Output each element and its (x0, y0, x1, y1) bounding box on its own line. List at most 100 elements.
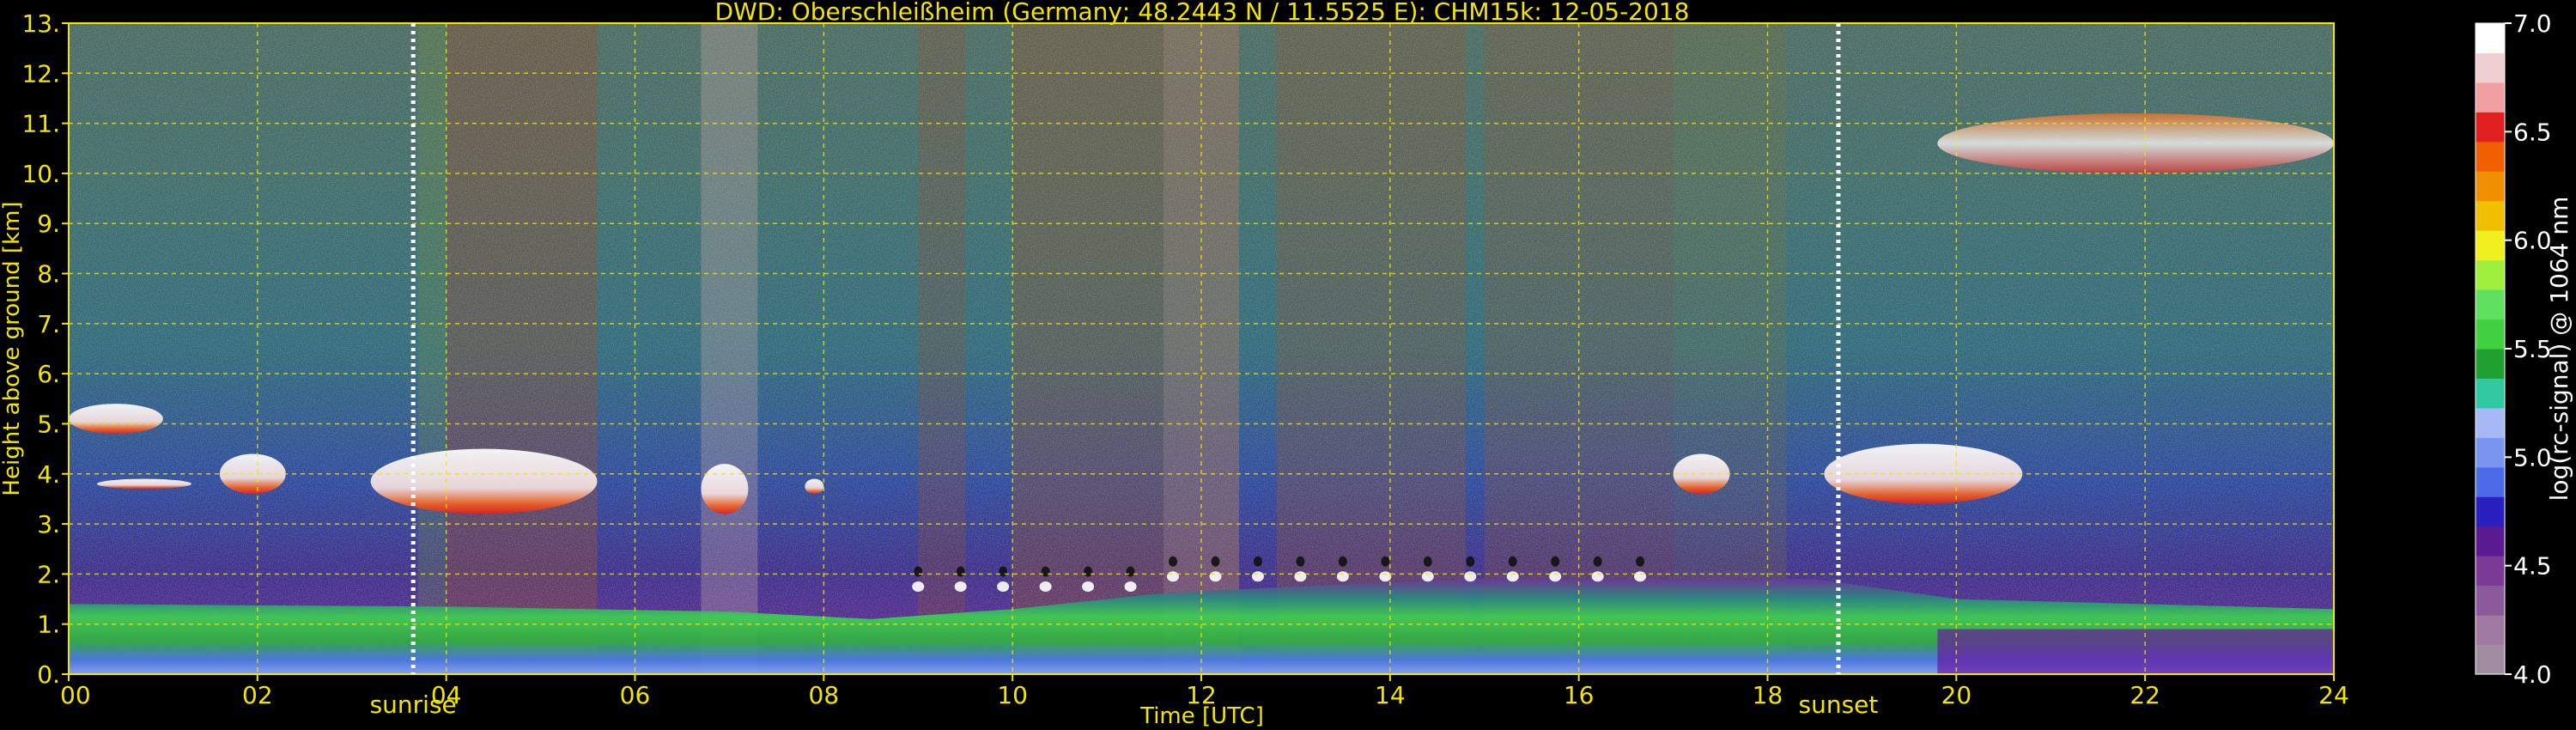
cumulus-top (1591, 571, 1604, 582)
colorbar-segment (2476, 200, 2505, 231)
y-axis-label: Height above ground [km] (0, 201, 25, 496)
cumulus-top (912, 581, 925, 592)
cumulus-top (914, 566, 923, 577)
x-tick-label: 10 (997, 681, 1028, 709)
y-tick-label: 11. (21, 110, 60, 138)
cumulus-top (1464, 571, 1477, 582)
y-tick-label: 6. (37, 360, 60, 388)
colorbar-tick-label: 6.5 (2513, 118, 2552, 146)
y-tick-label: 9. (37, 210, 60, 238)
cumulus-top (1124, 581, 1137, 592)
cumulus-top (1294, 571, 1307, 582)
x-axis-label: Time [UTC] (1139, 703, 1264, 729)
cumulus-top (1041, 566, 1050, 577)
x-tick-label: 08 (809, 681, 840, 709)
cumulus-top (1082, 581, 1095, 592)
colorbar-segment (2476, 259, 2505, 290)
ceilometer-figure: sunrise sunset 00 02 04 06 08 10 12 14 16 18 20 22 24… (0, 0, 2573, 729)
colorbar-segment (2476, 556, 2505, 587)
cumulus-top (1466, 556, 1475, 567)
x-tick-label: 04 (431, 681, 462, 709)
cumulus-top (1423, 556, 1432, 567)
cumulus-top (1084, 566, 1093, 577)
colorbar-tick-label: 4.5 (2513, 552, 2552, 581)
colorbar-segment (2476, 585, 2505, 616)
colorbar-segment (2476, 526, 2505, 557)
cumulus-top (1634, 571, 1647, 582)
colorbar-segment (2476, 141, 2505, 172)
colorbar-segment (2476, 644, 2505, 675)
cloud (701, 464, 749, 514)
colorbar-segment (2476, 319, 2505, 350)
colorbar-label: log(rc-signal) @ 1064 nm (2545, 197, 2573, 502)
x-tick-label: 20 (1941, 681, 1972, 709)
cumulus-top (997, 581, 1010, 592)
colorbar-segment (2476, 407, 2505, 438)
cumulus-top (1296, 556, 1305, 567)
x-tick-label: 14 (1375, 681, 1406, 709)
x-tick-label: 22 (2129, 681, 2160, 709)
cumulus-top (1211, 556, 1220, 567)
cumulus-top (1549, 571, 1562, 582)
cumulus-top (999, 566, 1008, 577)
cumulus-top (1381, 556, 1390, 567)
y-tick-label: 2. (37, 560, 60, 588)
cirrus-cloud (1937, 113, 2334, 173)
colorbar-segment (2476, 437, 2505, 468)
cumulus-top (1508, 556, 1517, 567)
colorbar-segment (2476, 23, 2505, 53)
y-tick-label: 1. (37, 611, 60, 639)
cloud (96, 478, 191, 490)
cumulus-top (1169, 556, 1178, 567)
y-ticks: 0. 1. 2. 3. 4. 5. 6. 7. 8. 9. 10. 11. 12. 13. (21, 9, 69, 689)
colorbar-segment (2476, 289, 2505, 320)
colorbar-segment (2476, 230, 2505, 261)
sunset-label: sunset (1799, 690, 1879, 719)
y-tick-label: 13. (21, 9, 60, 38)
cumulus-top (1209, 571, 1222, 582)
colorbar-tick-label: 7.0 (2513, 9, 2552, 38)
x-tick-label: 16 (1564, 681, 1595, 709)
colorbar-segment (2476, 496, 2505, 527)
cumulus-top (1251, 571, 1264, 582)
cumulus-top (1421, 571, 1434, 582)
colorbar-segment (2476, 52, 2505, 83)
y-tick-label: 5. (37, 410, 60, 438)
cumulus-top (1167, 571, 1180, 582)
cumulus-top (1126, 566, 1135, 577)
colorbar-segment (2476, 82, 2505, 113)
cumulus-top (1336, 571, 1349, 582)
cloud (805, 478, 824, 495)
y-tick-label: 7. (37, 310, 60, 338)
cumulus-top (1338, 556, 1347, 567)
cumulus-top (956, 566, 965, 577)
cloud (370, 448, 598, 514)
x-tick-label: 02 (242, 681, 273, 709)
cloud (69, 404, 163, 435)
x-tick-label: 00 (60, 681, 91, 709)
colorbar-segment (2476, 466, 2505, 497)
y-tick-label: 10. (21, 160, 60, 188)
colorbar-segment (2476, 349, 2505, 379)
cumulus-top (1506, 571, 1519, 582)
cumulus-top (1636, 556, 1645, 567)
colorbar: 4.04.55.05.56.06.57.0 (2475, 9, 2552, 689)
cumulus-top (1551, 556, 1560, 567)
y-tick-label: 8. (37, 260, 60, 289)
y-tick-label: 4. (37, 460, 60, 489)
cumulus-top (954, 581, 967, 592)
colorbar-segment (2476, 171, 2505, 202)
colorbar-segment (2476, 615, 2505, 646)
cumulus-top (1039, 581, 1052, 592)
x-tick-label: 18 (1753, 681, 1783, 709)
y-tick-label: 12. (21, 59, 60, 88)
surface-layer (1937, 629, 2334, 674)
y-tick-label: 0. (37, 660, 60, 689)
colorbar-segment (2476, 378, 2505, 409)
cumulus-top (1253, 556, 1262, 567)
colorbar-tick-label: 4.0 (2513, 660, 2552, 689)
y-tick-label: 3. (37, 510, 60, 538)
colorbar-segment (2476, 112, 2505, 143)
chart-title: DWD: Oberschleißheim (Germany; 48.2443 N… (715, 0, 1690, 26)
cumulus-top (1593, 556, 1602, 567)
